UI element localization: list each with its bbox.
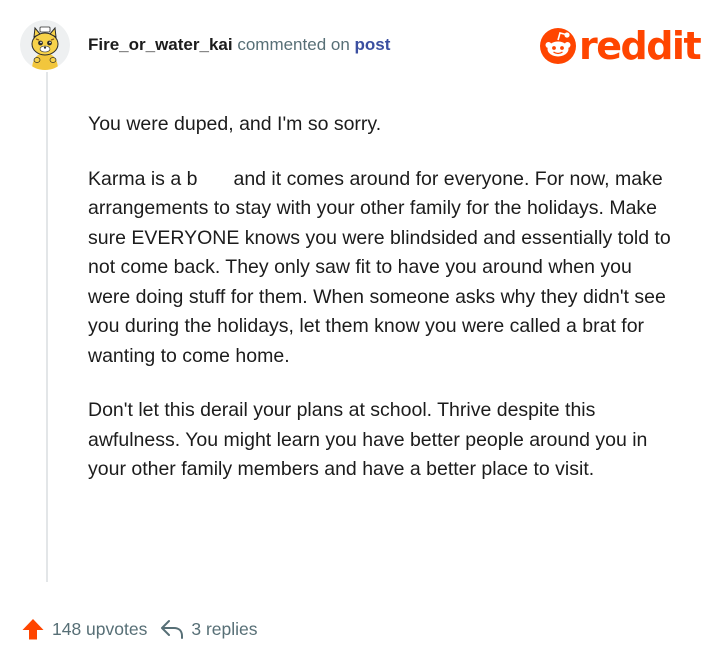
comment-paragraph: You were duped, and I'm so sorry. [88,113,382,135]
comment-footer: 148 upvotes 3 replies [20,614,258,644]
action-text: commented on [237,35,350,54]
avatar-image [20,20,70,70]
comment-paragraph: Don't let this derail your plans at scho… [88,399,648,480]
reply-count[interactable]: 3 replies [191,619,257,640]
comment-body: You were duped, and I'm so sorry. Karma … [88,110,678,510]
upvote-arrow-icon[interactable] [20,616,46,642]
post-link[interactable]: post [355,35,391,54]
reddit-snoo-logo-icon [540,28,576,64]
thread-line[interactable] [46,72,48,582]
comment-header: Fire_or_water_kai commented on post [88,33,390,57]
redaction-mask [197,169,234,190]
username-link[interactable]: Fire_or_water_kai [88,35,233,54]
user-avatar[interactable] [20,20,70,70]
comment-paragraph: Karma is a b and it comes around for ever… [88,165,678,372]
upvote-count: 148 upvotes [52,618,148,639]
reddit-logo: reddit [540,24,702,68]
paragraph-text-start: Karma is a b [88,167,198,190]
reply-arrow-icon[interactable] [159,616,185,642]
reddit-wordmark: reddit [579,24,702,68]
paragraph-text-rest: and it comes around for everyone. For no… [88,167,671,367]
